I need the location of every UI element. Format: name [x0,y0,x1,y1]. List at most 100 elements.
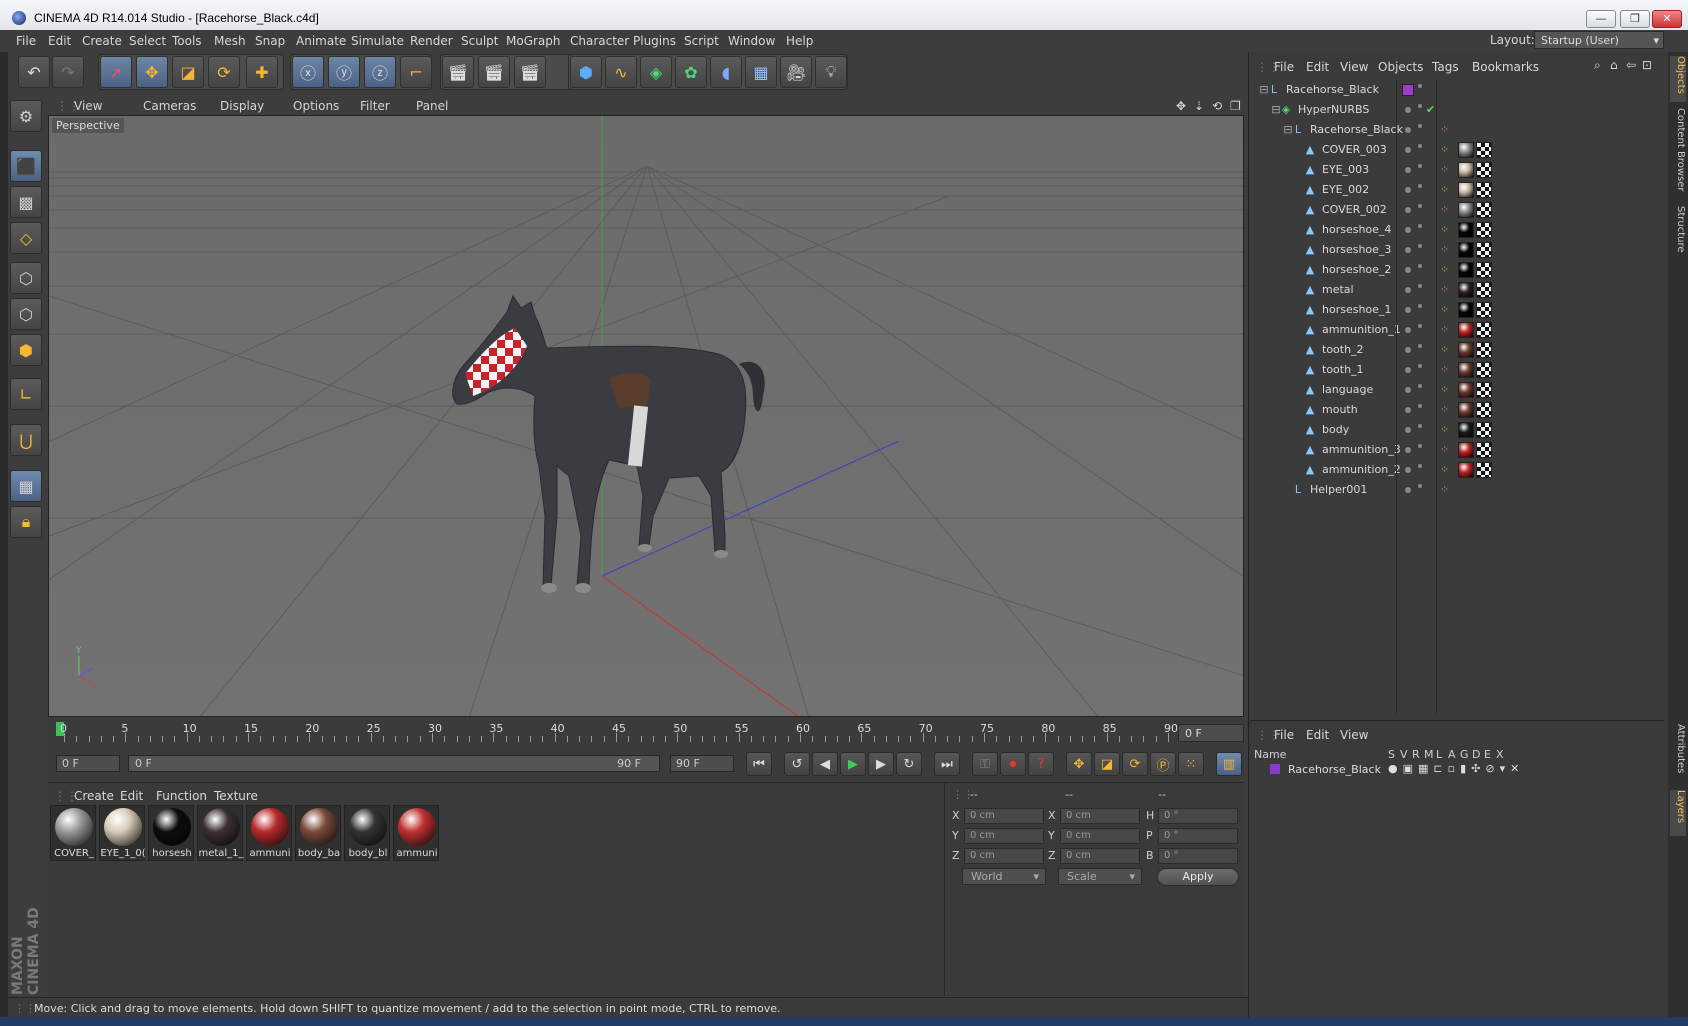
object-row[interactable]: ▲ horseshoe_2 ⁘ [1250,260,1664,280]
uvw-tag-icon[interactable] [1476,382,1492,398]
menu-window[interactable]: Window [728,34,775,48]
material-swatch[interactable]: EYE_1_0( [99,805,146,861]
layer-solo-icon[interactable]: ● [1388,762,1403,775]
key-parameter-button[interactable]: Ⓟ [1150,752,1176,776]
render-visibility-dot[interactable] [1418,324,1422,328]
render-visibility-dot[interactable] [1418,264,1422,268]
uvw-tag-icon[interactable] [1476,202,1492,218]
key-pla-button[interactable]: ⁙ [1178,752,1204,776]
menu-script[interactable]: Script [684,34,719,48]
object-row[interactable]: ▲ mouth ⁘ [1250,400,1664,420]
material-tag-icon[interactable] [1458,462,1474,478]
material-menu-texture[interactable]: Texture [214,789,258,803]
next-frame-button[interactable]: ▶ [868,752,894,776]
render-visibility-dot[interactable] [1418,364,1422,368]
object-row[interactable]: ▲ ammunition_2 ⁘ [1250,460,1664,480]
x-axis-lock-button[interactable]: ⓧ [292,56,324,88]
workplane-lock-button[interactable]: ▦ [10,470,42,502]
layer-manager-icon[interactable]: ⊏ [1433,762,1447,775]
previous-frame-button[interactable]: ◀ [812,752,838,776]
current-frame-field[interactable]: 0 F [1178,724,1244,742]
viewport-menu-view[interactable]: View [74,99,102,113]
uvw-tag-icon[interactable] [1476,322,1492,338]
layer-color-swatch[interactable] [1270,764,1280,774]
editor-visibility-dot[interactable] [1405,287,1411,293]
menu-help[interactable]: Help [786,34,813,48]
uvw-tag-icon[interactable] [1476,422,1492,438]
viewport-pan-icon[interactable]: ✥ [1176,99,1186,113]
material-tag-icon[interactable] [1458,242,1474,258]
viewport-menu-filter[interactable]: Filter [360,99,390,113]
minimize-button[interactable]: — [1586,10,1616,28]
material-swatch[interactable]: metal_1_ [197,805,244,861]
material-tag-icon[interactable] [1458,322,1474,338]
coord-value-field[interactable]: 0 cm [1060,808,1140,824]
key-scale-button[interactable]: ◪ [1094,752,1120,776]
phong-tag-icon[interactable]: ⁘ [1440,203,1449,216]
phong-tag-icon[interactable]: ⁘ [1440,183,1449,196]
object-row[interactable]: ▲ COVER_002 ⁘ [1250,200,1664,220]
render-visibility-dot[interactable] [1418,124,1422,128]
coordinate-system-button[interactable]: ⌐ [400,56,432,88]
object-row[interactable]: ▲ horseshoe_3 ⁘ [1250,240,1664,260]
object-row[interactable]: L ⊟ Racehorse_Black [1250,80,1664,100]
layer-name[interactable]: Racehorse_Black [1288,763,1381,776]
render-visibility-dot[interactable] [1418,164,1422,168]
coord-value-field[interactable]: 0 cm [964,808,1044,824]
material-tag-icon[interactable] [1458,282,1474,298]
object-row[interactable]: ▲ horseshoe_1 ⁘ [1250,300,1664,320]
add-array-button[interactable]: ✿ [675,56,707,88]
go-to-start-button[interactable]: ⏮ [746,752,772,776]
layer-column-header[interactable]: V [1400,748,1408,761]
editor-visibility-dot[interactable] [1405,167,1411,173]
render-visibility-dot[interactable] [1418,104,1422,108]
editor-visibility-dot[interactable] [1405,447,1411,453]
material-tag-icon[interactable] [1458,302,1474,318]
layer-expression-icon[interactable]: ▾ [1500,762,1511,775]
locked-workplane-button[interactable]: 🔒︎ [10,506,42,538]
menu-animate[interactable]: Animate [296,34,346,48]
phong-tag-icon[interactable]: ⁘ [1440,323,1449,336]
material-tag-icon[interactable] [1458,382,1474,398]
layer-column-header[interactable]: L [1436,748,1442,761]
object-menu-tags[interactable]: Tags [1432,60,1459,74]
tab-attributes[interactable]: Attributes [1670,724,1686,786]
uvw-tag-icon[interactable] [1476,442,1492,458]
render-visibility-dot[interactable] [1418,224,1422,228]
phong-tag-icon[interactable]: ⁘ [1440,483,1449,496]
material-tag-icon[interactable] [1458,262,1474,278]
render-view-button[interactable]: 🎬︎ [442,56,474,88]
editor-visibility-dot[interactable] [1405,327,1411,333]
go-to-end-button[interactable]: ⏭ [934,752,960,776]
maximize-button[interactable]: ❐ [1620,10,1650,28]
viewport-maximize-icon[interactable]: ❐ [1230,99,1241,113]
render-visibility-dot[interactable] [1418,464,1422,468]
material-swatch[interactable]: body_bl [344,805,390,861]
material-tag-icon[interactable] [1458,422,1474,438]
editor-visibility-dot[interactable] [1405,227,1411,233]
coord-value-field[interactable]: 0 ° [1158,828,1238,844]
render-visibility-dot[interactable] [1418,84,1422,88]
add-nurbs-button[interactable]: ◈ [640,56,672,88]
render-settings-button[interactable]: 🎬︎ [514,56,546,88]
uvw-tag-icon[interactable] [1476,222,1492,238]
live-selection-button[interactable]: ➚ [100,56,132,88]
3d-viewport[interactable]: Y Perspective [48,115,1244,717]
object-menu-bookmarks[interactable]: Bookmarks [1472,60,1539,74]
frame-range-slider[interactable]: 0 F 90 F [128,755,660,772]
apply-button[interactable]: Apply [1157,868,1239,886]
back-arrow-icon[interactable]: ⇦ [1626,58,1636,72]
tab-structure[interactable]: Structure [1670,206,1686,264]
material-menu-create[interactable]: Create [74,789,114,803]
material-tag-icon[interactable] [1458,362,1474,378]
editor-visibility-dot[interactable] [1405,187,1411,193]
layout-select[interactable]: Startup (User) ▾ [1534,31,1664,49]
phong-tag-icon[interactable]: ⁘ [1440,223,1449,236]
phong-tag-icon[interactable]: ⁘ [1440,383,1449,396]
workplane-mode-button[interactable]: ◇ [10,222,42,254]
phong-tag-icon[interactable]: ⁘ [1440,283,1449,296]
tab-layers[interactable]: Layers [1670,790,1686,836]
object-row[interactable]: ▲ tooth_2 ⁘ [1250,340,1664,360]
material-tag-icon[interactable] [1458,222,1474,238]
phong-tag-icon[interactable]: ⁘ [1440,263,1449,276]
